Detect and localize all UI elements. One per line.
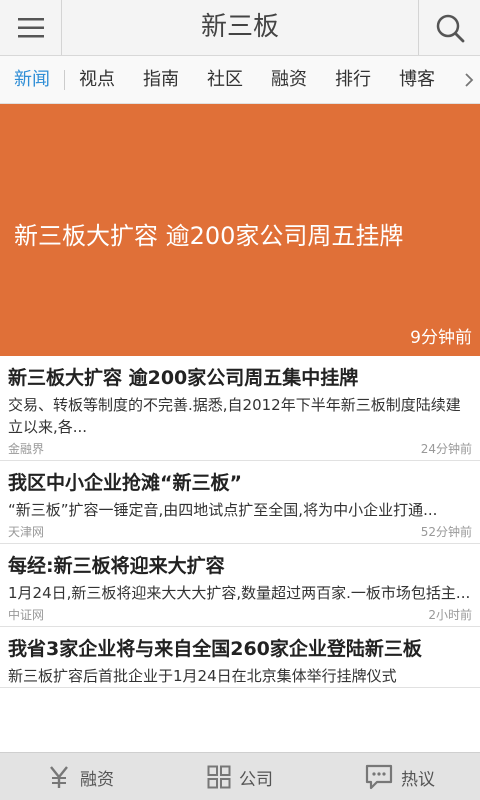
news-title: 我省3家企业将与来自全国260家企业登陆新三板 [8, 638, 422, 660]
search-button[interactable] [418, 0, 480, 55]
news-summary: 交易、转板等制度的不完善.据悉,自2012年下半年新三板制度陆续建立以来,各..… [8, 396, 461, 436]
news-summary: 1月24日,新三板将迎来大大大扩容,数量超过两百家.一板市场包括主... [8, 584, 471, 602]
tab-financing[interactable]: 融资 [271, 56, 307, 104]
banner-time: 9分钟前 [410, 328, 472, 348]
headline-banner[interactable]: 新三板大扩容 逾200家公司周五挂牌 9分钟前 [0, 104, 480, 356]
news-title: 每经:新三板将迎来大扩容 [8, 555, 225, 577]
tab-ranking[interactable]: 排行 [335, 56, 371, 104]
news-item[interactable]: 新三板大扩容 逾200家公司周五集中挂牌 交易、转板等制度的不完善.据悉,自20… [0, 356, 480, 461]
bottom-nav-company[interactable]: 公司 [160, 753, 320, 800]
news-meta: 中证网 2小时前 [8, 604, 472, 626]
bottom-nav-label: 公司 [239, 769, 273, 790]
tab-viewpoint[interactable]: 视点 [79, 56, 115, 104]
news-time: 24分钟前 [420, 442, 472, 456]
bottom-nav: 融资 公司 热议 [0, 752, 480, 800]
news-item[interactable]: 我区中小企业抢滩“新三板” “新三板”扩容一锤定音,由四地试点扩至全国,将为中小… [0, 461, 480, 544]
top-bar: 新三板 [0, 0, 480, 56]
news-source: 中证网 [8, 608, 45, 622]
news-source: 天津网 [8, 525, 45, 539]
bottom-nav-discussion[interactable]: 热议 [320, 753, 480, 800]
news-item[interactable]: 我省3家企业将与来自全国260家企业登陆新三板 新三板扩容后首批企业于1月24日… [0, 627, 480, 688]
grid-icon [207, 765, 231, 789]
tab-blog[interactable]: 博客 [399, 56, 435, 104]
news-source: 金融界 [8, 442, 45, 456]
banner-headline: 新三板大扩容 逾200家公司周五挂牌 [14, 222, 404, 250]
search-icon [436, 14, 464, 42]
yen-icon [50, 766, 68, 788]
tabs-more-button[interactable] [458, 56, 480, 104]
news-meta: 金融界 24分钟前 [8, 438, 472, 460]
news-title: 我区中小企业抢滩“新三板” [8, 472, 242, 494]
news-item[interactable]: 每经:新三板将迎来大扩容 1月24日,新三板将迎来大大大扩容,数量超过两百家.一… [0, 544, 480, 627]
chevron-right-icon [465, 73, 474, 87]
tab-community[interactable]: 社区 [207, 56, 243, 104]
bottom-nav-label: 融资 [80, 769, 114, 790]
hamburger-icon [17, 17, 44, 37]
news-meta: 天津网 52分钟前 [8, 521, 472, 543]
news-time: 2小时前 [428, 608, 472, 622]
news-time: 52分钟前 [420, 525, 472, 539]
tab-news[interactable]: 新闻 [14, 56, 50, 104]
news-summary: “新三板”扩容一锤定音,由四地试点扩至全国,将为中小企业打通... [8, 501, 438, 519]
chat-icon [365, 764, 393, 790]
page-title: 新三板 [200, 12, 279, 42]
tab-guide[interactable]: 指南 [143, 56, 179, 104]
category-tabs: 新闻 视点 指南 社区 融资 排行 博客 [0, 56, 480, 104]
tab-divider [64, 70, 65, 90]
menu-button[interactable] [0, 0, 62, 55]
bottom-nav-financing[interactable]: 融资 [0, 753, 160, 800]
news-summary: 新三板扩容后首批企业于1月24日在北京集体举行挂牌仪式 [8, 667, 397, 685]
news-title: 新三板大扩容 逾200家公司周五集中挂牌 [8, 367, 359, 389]
news-list: 新三板大扩容 逾200家公司周五集中挂牌 交易、转板等制度的不完善.据悉,自20… [0, 356, 480, 752]
bottom-nav-label: 热议 [401, 769, 435, 790]
